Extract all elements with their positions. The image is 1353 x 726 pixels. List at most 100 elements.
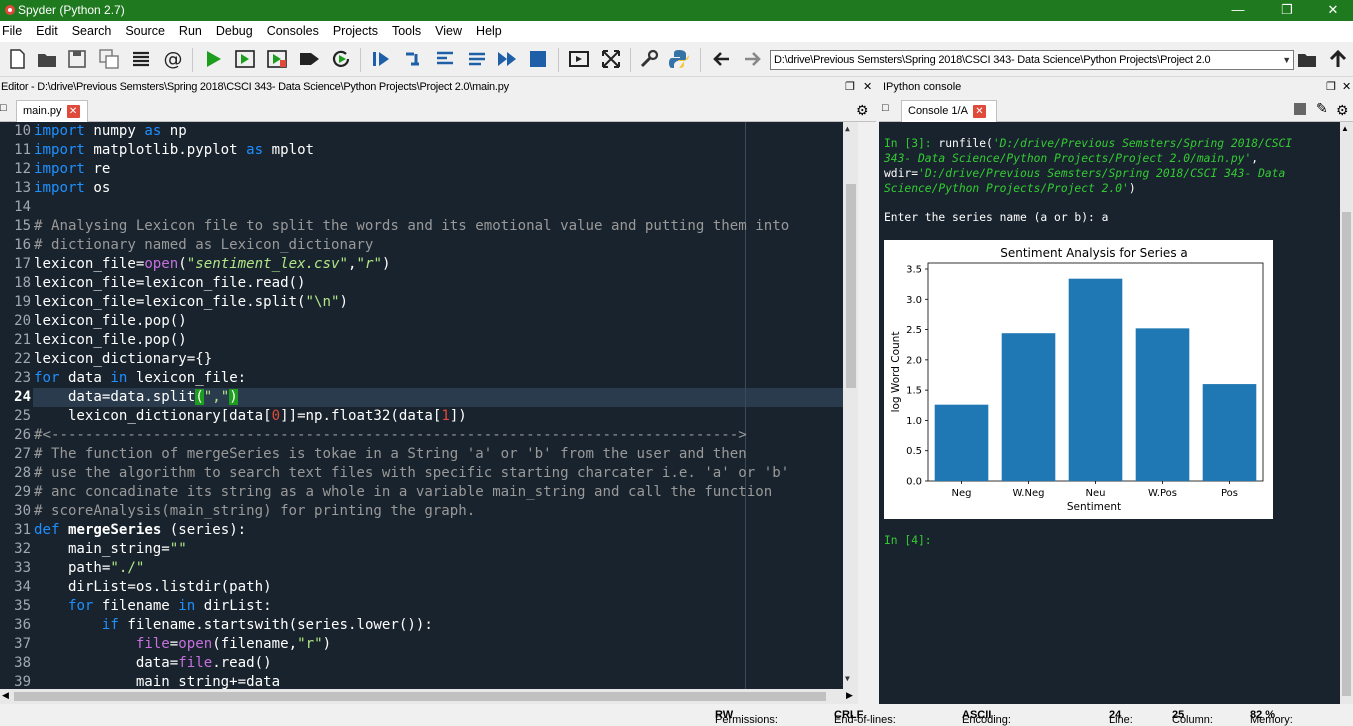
new-file-icon[interactable] xyxy=(6,48,28,70)
maximize-pane-icon[interactable] xyxy=(568,48,590,70)
scroll-right-icon[interactable]: ▶ xyxy=(846,690,853,701)
preferences-wrench-icon[interactable] xyxy=(638,48,660,70)
scroll-up-icon[interactable]: ▲ xyxy=(845,124,850,133)
forward-arrow-icon[interactable] xyxy=(741,48,763,70)
menu-consoles[interactable]: Consoles xyxy=(260,21,326,38)
line-number: 38 xyxy=(14,655,31,671)
menu-projects[interactable]: Projects xyxy=(326,21,385,38)
debug-icon[interactable] xyxy=(370,48,392,70)
line-number: 37 xyxy=(14,636,31,652)
code-line-15: # Analysing Lexicon file to split the wo… xyxy=(34,218,790,234)
editor-horizontal-scrollbar[interactable]: ◀ ▶ xyxy=(0,689,858,704)
code-line-35: for filename in dirList: xyxy=(67,598,272,614)
code-editor[interactable]: 10 11 12 13 14 15 16 17 18 19 20 21 22 23 24 25 26 27 28 29… xyxy=(0,122,858,689)
menu-file[interactable]: File xyxy=(0,21,29,38)
code-line-21: lexicon_file.pop() xyxy=(34,332,187,348)
save-icon[interactable] xyxy=(66,48,88,70)
step-icon[interactable] xyxy=(402,48,424,70)
maximize-button[interactable]: ❐ xyxy=(1264,0,1310,21)
step-return-icon[interactable] xyxy=(466,48,488,70)
status-eol: End-of-lines: CRLF xyxy=(834,709,896,726)
menu-view[interactable]: View xyxy=(428,21,469,38)
status-permissions: Permissions: RW xyxy=(715,709,778,726)
scroll-left-icon[interactable]: ◀ xyxy=(2,690,9,701)
fullscreen-icon[interactable] xyxy=(600,48,622,70)
menu-edit[interactable]: Edit xyxy=(29,21,65,38)
line-number: 21 xyxy=(14,332,31,348)
code-line-32: main_string="" xyxy=(34,541,187,557)
code-line-12: import re xyxy=(34,161,111,177)
browse-folder-icon[interactable] xyxy=(1296,48,1318,70)
line-number: 34 xyxy=(14,579,31,595)
rerun-icon[interactable] xyxy=(330,48,352,70)
sentiment-bar-chart: Sentiment Analysis for Series a 0.0 0.5 1.… xyxy=(884,240,1273,519)
chart-xlabel: Sentiment xyxy=(1067,501,1121,513)
minimize-button[interactable]: — xyxy=(1215,0,1261,21)
browse-tabs-icon[interactable]: □ xyxy=(0,102,7,114)
clear-console-icon[interactable]: ✎ xyxy=(1316,100,1328,117)
menu-source[interactable]: Source xyxy=(118,21,172,38)
tab-label: main.py xyxy=(23,105,62,117)
close-console-pane-icon[interactable]: ✕ xyxy=(1342,78,1351,97)
horizontal-scroll-thumb[interactable] xyxy=(14,692,826,701)
run-cell-icon[interactable] xyxy=(234,48,256,70)
code-line-10: import numpy as np xyxy=(34,123,187,139)
line-number: 11 xyxy=(14,142,31,158)
editor-scroll-thumb[interactable] xyxy=(846,184,856,388)
tab-console-1a[interactable]: Console 1/A ✕ xyxy=(901,100,997,122)
ipython-console[interactable]: In [3]: runfile('D:/drive/Previous Semst… xyxy=(879,122,1340,704)
spyder-logo-icon xyxy=(5,5,15,15)
console-gear-icon[interactable]: ⚙ xyxy=(1336,102,1349,119)
code-line-17: lexicon_file=open("sentiment_lex.csv","r… xyxy=(34,256,391,272)
console-scroll-up-icon[interactable]: ▲ xyxy=(1341,124,1349,133)
save-all-icon[interactable] xyxy=(98,48,120,70)
menu-debug[interactable]: Debug xyxy=(209,21,260,38)
browse-console-tabs-icon[interactable]: □ xyxy=(882,102,889,114)
menu-tools[interactable]: Tools xyxy=(385,21,428,38)
undock-console-icon[interactable]: ❐ xyxy=(1326,78,1336,97)
run-selection-icon[interactable] xyxy=(298,48,320,70)
code-line-24: data=data.split(",") xyxy=(34,389,238,405)
line-number: 16 xyxy=(14,237,31,253)
code-line-27: # The function of mergeSeries is tokae i… xyxy=(34,446,747,462)
status-line: Line: 24 xyxy=(1109,709,1133,726)
title-bar: Spyder (Python 2.7) — ❐ ✕ xyxy=(0,0,1353,21)
stop-debug-icon[interactable] xyxy=(527,48,549,70)
chart-title: Sentiment Analysis for Series a xyxy=(1000,246,1187,260)
menu-run[interactable]: Run xyxy=(172,21,209,38)
status-memory: Memory: 82 % xyxy=(1250,709,1293,726)
status-column: Column: 25 xyxy=(1172,709,1213,726)
bar-wneg xyxy=(1001,333,1056,481)
close-pane-icon[interactable]: ✕ xyxy=(863,78,872,97)
menu-help[interactable]: Help xyxy=(469,21,509,38)
editor-vertical-scrollbar[interactable]: ▲ ▼ xyxy=(843,122,858,689)
python-path-icon[interactable] xyxy=(668,48,690,70)
run-icon[interactable] xyxy=(202,48,224,70)
menu-search[interactable]: Search xyxy=(65,21,119,38)
close-console-tab-icon[interactable]: ✕ xyxy=(972,104,986,118)
console-scroll-thumb[interactable] xyxy=(1342,212,1351,696)
chevron-down-icon[interactable]: ▼ xyxy=(1282,51,1291,69)
interrupt-kernel-icon[interactable] xyxy=(1294,103,1306,115)
close-window-button[interactable]: ✕ xyxy=(1310,0,1353,21)
scroll-down-icon[interactable]: ▼ xyxy=(845,674,850,683)
console-vertical-scrollbar[interactable]: ▲ xyxy=(1340,122,1353,704)
undock-icon[interactable]: ❐ xyxy=(845,78,855,97)
line-number: 10 xyxy=(14,123,31,139)
code-line-19: lexicon_file=lexicon_file.split("\n") xyxy=(34,294,348,310)
line-number: 32 xyxy=(14,541,31,557)
parent-directory-icon[interactable] xyxy=(1327,48,1349,70)
x-tick-label: Neu xyxy=(1086,488,1106,499)
open-file-icon[interactable] xyxy=(36,48,58,70)
back-arrow-icon[interactable] xyxy=(711,48,733,70)
code-line-22: lexicon_dictionary={} xyxy=(34,351,213,367)
step-into-icon[interactable] xyxy=(434,48,456,70)
tab-main-py[interactable]: main.py ✕ xyxy=(16,100,88,122)
at-sign-icon[interactable]: @ xyxy=(162,48,184,70)
gear-icon[interactable]: ⚙ xyxy=(856,102,869,119)
run-cell-advance-icon[interactable] xyxy=(266,48,288,70)
outline-list-icon[interactable] xyxy=(130,48,152,70)
close-tab-icon[interactable]: ✕ xyxy=(66,104,80,118)
working-directory-input[interactable]: D:\drive\Previous Semsters\Spring 2018\C… xyxy=(770,50,1294,70)
continue-icon[interactable] xyxy=(496,48,518,70)
